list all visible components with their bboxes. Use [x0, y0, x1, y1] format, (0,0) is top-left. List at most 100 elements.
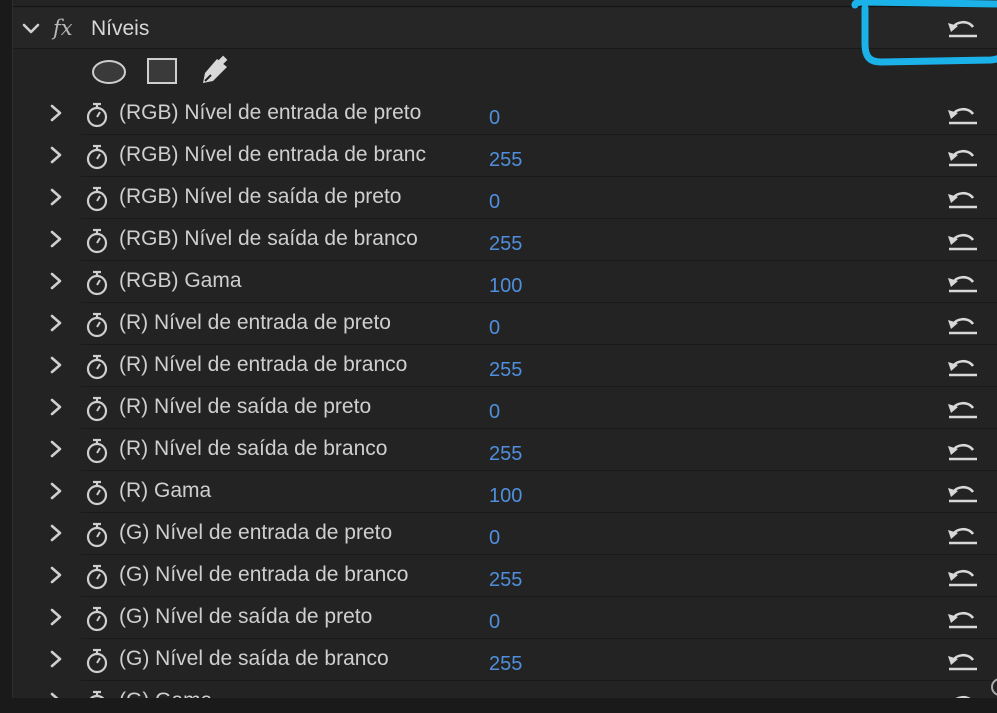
chevron-down-icon[interactable]	[21, 19, 41, 39]
property-row[interactable]: (G) Nível de entrada de preto 0	[50, 513, 997, 555]
stopwatch-icon[interactable]	[84, 396, 110, 422]
property-row[interactable]: (R) Nível de entrada de branco 255	[50, 345, 997, 387]
chevron-right-icon[interactable]	[47, 523, 65, 543]
property-row[interactable]: (G) Nível de saída de branco 255	[50, 639, 997, 681]
effect-name: Níveis	[91, 17, 150, 40]
reset-parameter-icon[interactable]	[946, 230, 980, 254]
panel-corner-icon[interactable]	[990, 676, 997, 698]
property-value[interactable]: 255	[489, 442, 522, 466]
stopwatch-icon[interactable]	[84, 228, 110, 254]
chevron-right-icon[interactable]	[47, 271, 65, 291]
reset-parameter-icon[interactable]	[946, 398, 980, 422]
property-value[interactable]: 0	[489, 106, 500, 130]
reset-effect-icon[interactable]	[946, 17, 980, 41]
property-label: (RGB) Gama	[119, 269, 242, 292]
reset-parameter-icon[interactable]	[946, 482, 980, 506]
chevron-right-icon[interactable]	[47, 607, 65, 627]
stopwatch-icon[interactable]	[84, 186, 110, 212]
reset-parameter-icon[interactable]	[946, 272, 980, 296]
property-value[interactable]: 100	[489, 484, 522, 508]
property-value[interactable]: 255	[489, 358, 522, 382]
stopwatch-icon[interactable]	[84, 312, 110, 338]
property-value[interactable]: 0	[489, 190, 500, 214]
property-row[interactable]: (G) Nível de entrada de branco 255	[50, 555, 997, 597]
pen-mask-icon[interactable]	[199, 55, 233, 87]
property-label: (R) Nível de saída de branco	[119, 437, 388, 460]
property-label: (RGB) Nível de entrada de branc	[119, 143, 426, 166]
reset-parameter-icon[interactable]	[946, 188, 980, 212]
property-row[interactable]: (RGB) Gama 100	[50, 261, 997, 303]
stopwatch-icon[interactable]	[84, 606, 110, 632]
chevron-right-icon[interactable]	[47, 565, 65, 585]
property-label: (G) Nível de saída de branco	[119, 647, 389, 670]
property-value[interactable]: 255	[489, 232, 522, 256]
rectangle-mask-icon[interactable]	[146, 57, 178, 85]
property-value[interactable]: 0	[489, 316, 500, 340]
stopwatch-icon[interactable]	[84, 438, 110, 464]
property-row[interactable]: (R) Nível de saída de branco 255	[50, 429, 997, 471]
reset-parameter-icon[interactable]	[946, 524, 980, 548]
property-row[interactable]: (RGB) Nível de saída de branco 255	[50, 219, 997, 261]
reset-parameter-icon[interactable]	[946, 692, 980, 698]
property-label: (G) Nível de saída de preto	[119, 605, 373, 628]
chevron-right-icon[interactable]	[47, 103, 65, 123]
stopwatch-icon[interactable]	[84, 648, 110, 674]
stopwatch-icon[interactable]	[84, 690, 110, 698]
stopwatch-icon[interactable]	[84, 522, 110, 548]
property-label: (R) Nível de entrada de branco	[119, 353, 408, 376]
property-label: (RGB) Nível de saída de branco	[119, 227, 418, 250]
reset-parameter-icon[interactable]	[946, 104, 980, 128]
mask-tools	[13, 49, 997, 93]
property-row[interactable]: (RGB) Nível de saída de preto 0	[50, 177, 997, 219]
divider	[13, 6, 997, 7]
property-row[interactable]: (R) Nível de saída de preto 0	[50, 387, 997, 429]
ellipse-mask-icon[interactable]	[91, 59, 127, 85]
property-row[interactable]: (RGB) Nível de entrada de branc 255	[50, 135, 997, 177]
property-value[interactable]: 0	[489, 526, 500, 550]
chevron-right-icon[interactable]	[47, 481, 65, 501]
property-value[interactable]: 255	[489, 652, 522, 676]
stopwatch-icon[interactable]	[84, 480, 110, 506]
property-row[interactable]: (R) Gama 100	[50, 471, 997, 513]
reset-parameter-icon[interactable]	[946, 440, 980, 464]
chevron-right-icon[interactable]	[47, 187, 65, 207]
stopwatch-icon[interactable]	[84, 270, 110, 296]
property-label: (R) Gama	[119, 479, 212, 502]
chevron-right-icon[interactable]	[47, 145, 65, 165]
property-label: (G) Nível de entrada de branco	[119, 563, 409, 586]
property-value[interactable]: 100	[489, 694, 522, 698]
property-value[interactable]: 255	[489, 148, 522, 172]
reset-parameter-icon[interactable]	[946, 356, 980, 380]
chevron-right-icon[interactable]	[47, 439, 65, 459]
effect-controls-panel: fx Níveis (RGB) Nível de entrada de pret…	[12, 0, 997, 698]
chevron-right-icon[interactable]	[47, 649, 65, 669]
reset-parameter-icon[interactable]	[946, 650, 980, 674]
property-row[interactable]: (RGB) Nível de entrada de preto 0	[50, 93, 997, 135]
property-value[interactable]: 255	[489, 568, 522, 592]
chevron-right-icon[interactable]	[47, 313, 65, 333]
property-value[interactable]: 100	[489, 274, 522, 298]
chevron-right-icon[interactable]	[47, 397, 65, 417]
property-value[interactable]: 0	[489, 400, 500, 424]
property-label: (G) Gama	[119, 689, 212, 698]
reset-parameter-icon[interactable]	[946, 314, 980, 338]
property-label: (RGB) Nível de saída de preto	[119, 185, 402, 208]
reset-parameter-icon[interactable]	[946, 146, 980, 170]
property-row[interactable]: (G) Nível de saída de preto 0	[50, 597, 997, 639]
stopwatch-icon[interactable]	[84, 102, 110, 128]
fx-icon[interactable]: fx	[53, 16, 73, 40]
stopwatch-icon[interactable]	[84, 144, 110, 170]
stopwatch-icon[interactable]	[84, 354, 110, 380]
property-value[interactable]: 0	[489, 610, 500, 634]
reset-parameter-icon[interactable]	[946, 608, 980, 632]
chevron-right-icon[interactable]	[47, 229, 65, 249]
stopwatch-icon[interactable]	[84, 564, 110, 590]
property-label: (RGB) Nível de entrada de preto	[119, 101, 422, 124]
chevron-right-icon[interactable]	[47, 355, 65, 375]
property-row[interactable]: (G) Gama 100	[50, 681, 997, 698]
chevron-right-icon[interactable]	[47, 691, 65, 698]
property-label: (R) Nível de saída de preto	[119, 395, 372, 418]
effect-header-niveis[interactable]: fx Níveis	[13, 8, 997, 49]
reset-parameter-icon[interactable]	[946, 566, 980, 590]
property-row[interactable]: (R) Nível de entrada de preto 0	[50, 303, 997, 345]
